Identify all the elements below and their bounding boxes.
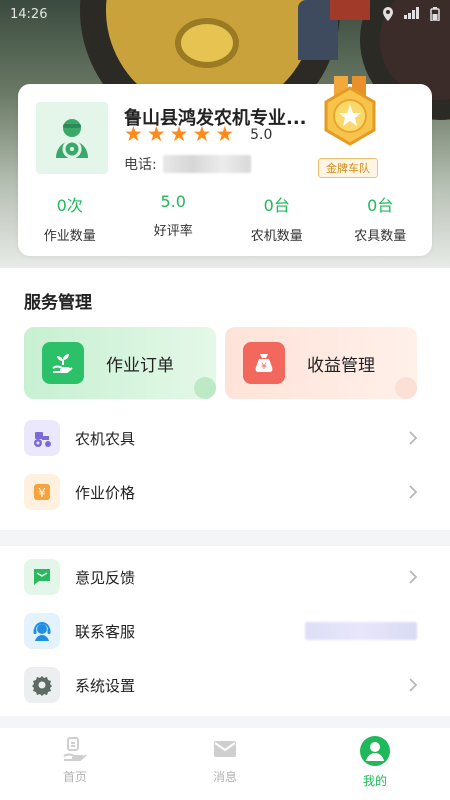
decorative-dot [395,377,417,399]
customer-service-icon [24,613,60,649]
menu-item-system-settings[interactable]: 系统设置 [0,659,450,711]
stat-value: 0台 [367,196,394,215]
gold-medal-icon [324,76,376,146]
menu-item-label: 农机农具 [75,429,136,448]
menu-item-label: 系统设置 [75,676,136,695]
svg-text:¥: ¥ [261,362,267,372]
stat-label: 农具数量 [354,229,407,244]
decorative-dot [194,377,216,399]
tractor-icon [24,420,60,456]
rating-stars: ★ ★ ★ ★ ★ 5.0 [124,124,272,145]
gold-team-badge [316,76,384,168]
status-icons [382,7,440,21]
tile-label: 作业订单 [106,355,174,376]
mail-icon [214,741,236,757]
work-orders-tile[interactable]: 作业订单 [24,327,216,399]
menu-item-label: 意见反馈 [75,568,136,587]
service-section: 服务管理 作业订单 ¥ 收益管理 农机农具 ¥ 作业价格 [0,268,450,530]
stat-value: 0次 [56,196,83,215]
feedback-icon [24,559,60,595]
rating-value: 5.0 [250,126,273,143]
stat-implements[interactable]: 0台 农具数量 [329,192,433,244]
phone-label: 电话: [124,157,157,173]
stat-machines[interactable]: 0台 农机数量 [225,192,329,244]
avatar [36,102,108,174]
tab-home[interactable]: 首页 [0,728,150,800]
tab-mine[interactable]: 我的 [300,728,450,800]
bottom-tab-bar: 首页 消息 我的 [0,728,450,800]
star-icon: ★ [146,122,166,146]
profile-card[interactable]: 鲁山县鸿发农机专业... ★ ★ ★ ★ ★ 5.0 电话: 金牌车队 0次 作… [18,76,432,256]
star-icon: ★ [215,122,235,146]
contact-number-redacted [305,622,417,640]
yuan-price-icon: ¥ [24,474,60,510]
star-icon: ★ [124,122,143,146]
location-icon [383,7,393,21]
driver-avatar-icon [56,119,88,159]
seedling-hand-icon [42,342,84,384]
stat-praise-rate[interactable]: 5.0 好评率 [122,192,226,244]
stats-row: 0次 作业数量 5.0 好评率 0台 农机数量 0台 农具数量 [18,192,432,244]
phone-line: 电话: [124,154,251,174]
home-icon [63,737,87,761]
stat-label: 作业数量 [43,229,96,244]
chevron-right-icon [406,570,420,584]
signal-icon [404,7,419,19]
settings-gear-icon [24,667,60,703]
user-icon [360,736,390,766]
chevron-right-icon [406,485,420,499]
phone-number-redacted [162,155,251,173]
tile-label: 收益管理 [307,355,375,376]
menu-item-label: 作业价格 [75,483,136,502]
battery-icon [430,7,440,21]
income-management-tile[interactable]: ¥ 收益管理 [225,327,417,399]
menu-item-machinery[interactable]: 农机农具 [0,412,450,464]
tab-label: 首页 [62,770,87,784]
stat-label: 农机数量 [250,229,303,244]
stat-jobs[interactable]: 0次 作业数量 [18,192,122,244]
tab-label: 消息 [212,770,237,784]
status-bar: 14:26 [0,0,450,28]
tab-label: 我的 [362,774,387,788]
svg-text:¥: ¥ [38,486,46,500]
star-icon: ★ [169,122,189,146]
status-time: 14:26 [10,6,48,22]
stat-value: 0台 [263,196,290,215]
chevron-right-icon [406,431,420,445]
tab-messages[interactable]: 消息 [150,728,300,800]
support-section: 意见反馈 联系客服 系统设置 [0,546,450,716]
chevron-right-icon [406,678,420,692]
menu-item-customer-service[interactable]: 联系客服 [0,605,450,657]
stat-value: 5.0 [160,192,186,211]
money-bag-icon: ¥ [243,342,285,384]
menu-item-label: 联系客服 [75,622,136,641]
section-title: 服务管理 [24,293,92,313]
menu-item-job-pricing[interactable]: ¥ 作业价格 [0,466,450,518]
menu-item-feedback[interactable]: 意见反馈 [0,551,450,603]
badge-label: 金牌车队 [318,158,378,178]
stat-label: 好评率 [153,224,193,239]
star-icon: ★ [192,122,212,146]
